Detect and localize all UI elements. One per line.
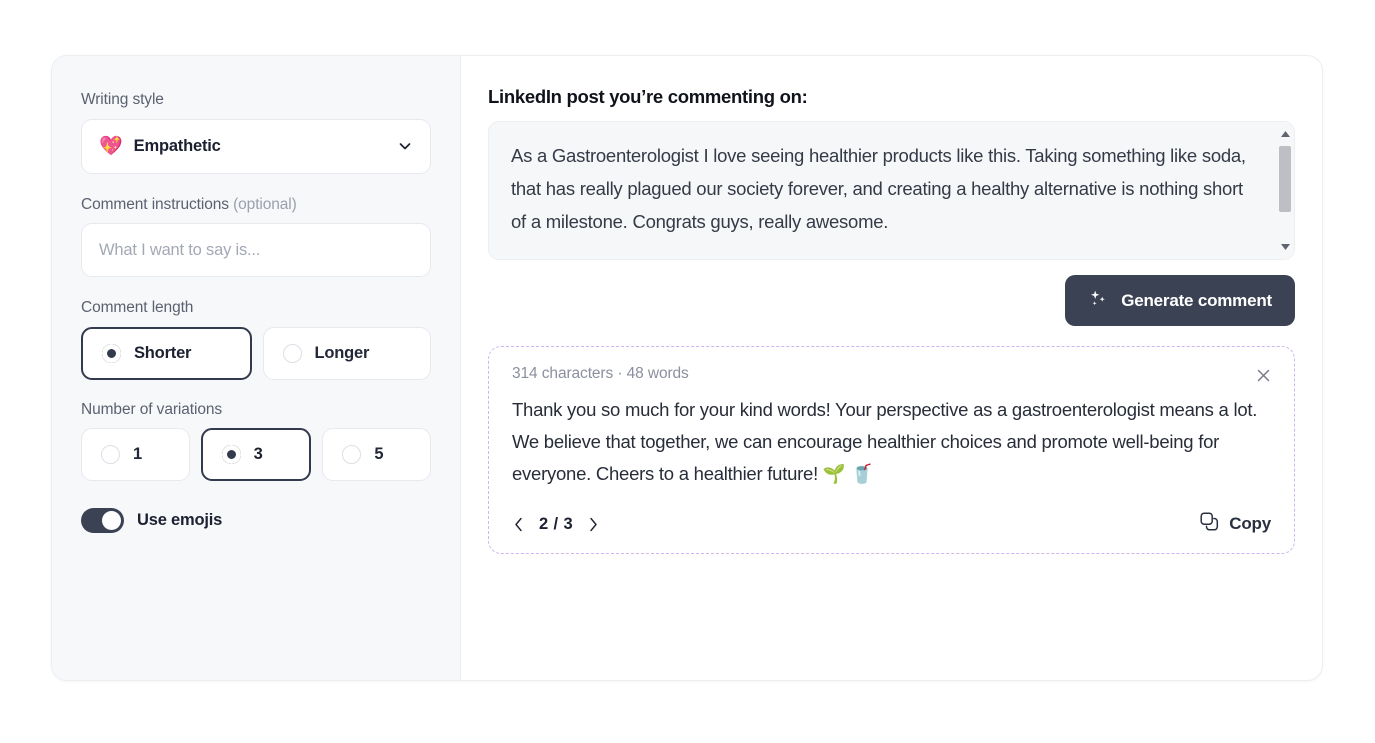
generate-comment-button-label: Generate comment [1121, 290, 1272, 310]
linkedin-post-textarea[interactable]: As a Gastroenterologist I love seeing he… [488, 121, 1295, 260]
copy-icon [1200, 512, 1219, 536]
radio-icon [101, 445, 120, 465]
radio-icon [221, 445, 241, 465]
variations-label-text: Number of variations [81, 400, 223, 418]
chevron-left-icon[interactable] [512, 515, 526, 533]
toggle-knob [102, 511, 121, 531]
variations-option-5[interactable]: 5 [322, 428, 432, 482]
chevron-right-icon[interactable] [586, 515, 600, 533]
variations-label: Number of variations [81, 401, 431, 420]
generated-comment-footer: 2 / 3 Copy [512, 512, 1271, 536]
use-emojis-label: Use emojis [137, 511, 223, 530]
post-scrollbar[interactable] [1276, 122, 1294, 259]
comment-length-label-text: Comment length [81, 299, 194, 317]
linkedin-post-text: As a Gastroenterologist I love seeing he… [511, 145, 1251, 232]
variation-pager: 2 / 3 [512, 515, 600, 534]
writing-style-select[interactable]: 💖 Empathetic [81, 118, 431, 174]
instructions-optional-text: (optional) [233, 195, 297, 213]
comment-length-options: Shorter Longer [81, 326, 431, 380]
variations-option-3[interactable]: 3 [200, 428, 312, 482]
generate-comment-button[interactable]: Generate comment [1065, 275, 1295, 326]
variations-option-label: 5 [374, 445, 384, 464]
instructions-label: Comment instructions (optional) [81, 196, 431, 215]
use-emojis-toggle[interactable] [81, 508, 124, 534]
scroll-down-arrow-icon[interactable] [1276, 239, 1294, 255]
writing-style-label: Writing style [81, 91, 431, 110]
sparkling-heart-icon: 💖 [99, 135, 123, 157]
comment-length-option-label: Longer [314, 343, 370, 362]
comment-length-option-shorter[interactable]: Shorter [81, 326, 252, 380]
generate-button-row: Generate comment [488, 275, 1295, 326]
writing-style-label-text: Writing style [81, 91, 164, 108]
variations-option-label: 3 [253, 445, 263, 464]
sparkles-icon [1088, 288, 1109, 314]
instructions-label-text: Comment instructions [81, 195, 234, 213]
writing-style-value: Empathetic [133, 136, 221, 155]
page-title: LinkedIn post you’re commenting on: [488, 86, 808, 107]
variations-option-1[interactable]: 1 [81, 428, 190, 482]
chevron-down-icon [397, 138, 413, 154]
comment-generator-panel: Writing style 💖 Empathetic Comment instr… [51, 55, 1323, 681]
variation-count: 2 / 3 [539, 514, 574, 533]
settings-sidebar: Writing style 💖 Empathetic Comment instr… [52, 56, 461, 680]
comment-instructions-input[interactable] [81, 223, 431, 278]
radio-icon [282, 343, 302, 363]
radio-icon [102, 343, 121, 363]
use-emojis-row: Use emojis [81, 508, 431, 534]
generated-comment-text: Thank you so much for your kind words! Y… [512, 399, 1258, 484]
comment-length-option-longer[interactable]: Longer [262, 326, 431, 380]
comment-length-option-label: Shorter [134, 343, 192, 362]
comment-length-label: Comment length [81, 299, 431, 318]
character-word-count: 314 characters · 48 words [512, 365, 689, 382]
scroll-up-arrow-icon[interactable] [1276, 126, 1294, 142]
variations-option-label: 1 [133, 445, 142, 464]
main-panel: LinkedIn post you’re commenting on: As a… [461, 56, 1322, 680]
variations-options: 1 3 5 [81, 428, 432, 482]
generated-comment-card: 314 characters · 48 words Thank you so m… [488, 346, 1295, 554]
close-icon[interactable] [1252, 364, 1274, 386]
copy-button[interactable]: Copy [1200, 512, 1271, 536]
radio-icon [342, 445, 362, 465]
copy-button-label: Copy [1229, 514, 1271, 533]
scrollbar-thumb[interactable] [1279, 146, 1291, 212]
